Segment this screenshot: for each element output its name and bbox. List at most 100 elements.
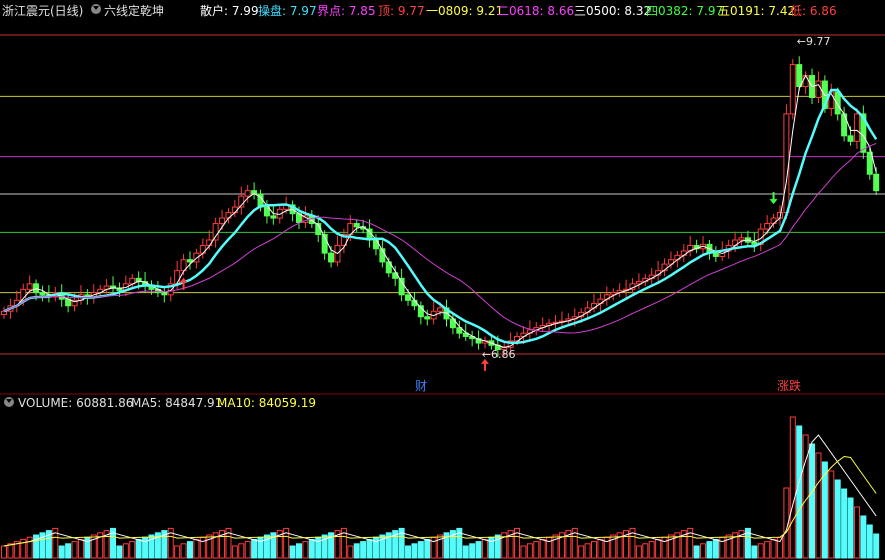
- volume-bar: [231, 545, 238, 559]
- volume-bar: [424, 538, 431, 559]
- volume-bar: [7, 543, 14, 559]
- candle-body: [174, 270, 181, 285]
- candle-body: [405, 294, 412, 301]
- candle-body: [437, 307, 444, 312]
- price-chart[interactable]: ←9.77 ←6.86 财 涨跌: [0, 0, 885, 560]
- volume-bar: [417, 541, 424, 559]
- volume-bar: [757, 543, 764, 559]
- volume-bar: [353, 543, 360, 559]
- candle-body: [802, 75, 809, 88]
- volume-bar: [65, 543, 72, 559]
- volume-bar: [475, 541, 482, 559]
- volume-bar: [116, 545, 123, 559]
- volume-bar: [315, 536, 322, 559]
- volume-bar: [462, 545, 469, 559]
- volume-bar: [802, 434, 809, 559]
- volume-bar: [430, 536, 437, 559]
- volume-label: VOLUME: 60881.86: [18, 396, 134, 410]
- volume-bar: [302, 541, 309, 559]
- volume-bar: [180, 543, 187, 559]
- candle-body: [847, 135, 854, 142]
- low-price-label: ←6.86: [482, 348, 516, 361]
- candle-body: [815, 80, 822, 98]
- volume-bar: [841, 488, 848, 559]
- volume-bar: [129, 541, 136, 559]
- candle-body: [751, 241, 758, 245]
- volume-bar: [661, 536, 668, 559]
- stock-chart-window: 浙江震元(日线) 六线定乾坤 散户: 7.99 操盘: 7.97 界点: 7.85 顶…: [0, 0, 885, 560]
- volume-bar: [796, 425, 803, 559]
- volume-bar: [719, 536, 726, 559]
- volume-bar: [693, 545, 700, 559]
- volume-bar: [122, 543, 129, 559]
- volume-bar: [700, 543, 707, 559]
- volume-bar: [828, 470, 835, 559]
- candle-body: [853, 113, 860, 142]
- volume-bar: [642, 543, 649, 559]
- ma-mid-line: [3, 88, 878, 345]
- volume-bar: [853, 506, 860, 559]
- volume-bar: [488, 536, 495, 559]
- volume-bar: [26, 536, 33, 559]
- candle-body: [353, 223, 360, 228]
- volume-bar: [372, 536, 379, 559]
- candle-body: [398, 277, 405, 296]
- event-tag-finance: 财: [415, 379, 427, 393]
- volume-dropdown-icon[interactable]: [4, 397, 14, 407]
- volume-bar: [578, 545, 585, 559]
- volume-bar: [84, 536, 91, 559]
- volume-bar: [776, 536, 783, 559]
- volume-bar: [481, 538, 488, 559]
- volume-bar: [635, 545, 642, 559]
- volume-bar: [520, 545, 527, 559]
- volume-bar: [186, 541, 193, 559]
- candle-body: [424, 316, 431, 320]
- volume-bar: [539, 538, 546, 559]
- volume-bar: [834, 479, 841, 559]
- candle-body: [225, 212, 232, 219]
- volume-bar: [366, 538, 373, 559]
- volume-bar: [238, 543, 245, 559]
- volume-bar: [526, 543, 533, 559]
- volume-bar: [308, 538, 315, 559]
- volume-bar: [193, 538, 200, 559]
- volume-bar: [135, 538, 142, 559]
- volume-bar: [815, 452, 822, 559]
- volume-bar: [174, 545, 181, 559]
- volume-bar: [591, 541, 597, 559]
- candle-body: [783, 113, 790, 214]
- volume-bar: [296, 543, 302, 559]
- candle-body: [738, 237, 745, 241]
- volume-bar: [257, 536, 264, 559]
- volume-bar: [289, 545, 296, 559]
- candle-body: [244, 190, 251, 197]
- volume-bar: [860, 515, 867, 559]
- volume-bar: [648, 541, 655, 559]
- candle-body: [764, 223, 771, 230]
- candle-body: [873, 173, 880, 192]
- volume-bar: [847, 497, 854, 559]
- volume-bar: [764, 541, 771, 559]
- volume-bar: [411, 543, 418, 559]
- candle-body: [212, 223, 219, 241]
- volume-bar: [866, 524, 873, 559]
- candle-body: [39, 292, 46, 296]
- volume-bar: [655, 538, 662, 559]
- candle-body: [712, 252, 719, 257]
- ma5-label: MA5: 84847.91: [131, 396, 223, 410]
- volume-bar: [546, 536, 553, 559]
- event-tag-limit: 涨跌: [777, 378, 801, 393]
- candle-body: [328, 252, 335, 263]
- volume-bar: [58, 545, 65, 559]
- volume-bar: [751, 545, 758, 559]
- volume-bar: [360, 541, 367, 559]
- volume-header: VOLUME: 60881.86 MA5: 84847.91 MA10: 840…: [0, 395, 885, 411]
- candle-body: [680, 250, 687, 256]
- volume-bar: [77, 538, 84, 559]
- volume-bar: [469, 543, 476, 559]
- candle-body: [789, 64, 796, 115]
- volume-bar: [809, 443, 816, 559]
- volume-bar: [199, 536, 206, 559]
- candle-body: [161, 292, 168, 296]
- volume-bar: [603, 536, 610, 559]
